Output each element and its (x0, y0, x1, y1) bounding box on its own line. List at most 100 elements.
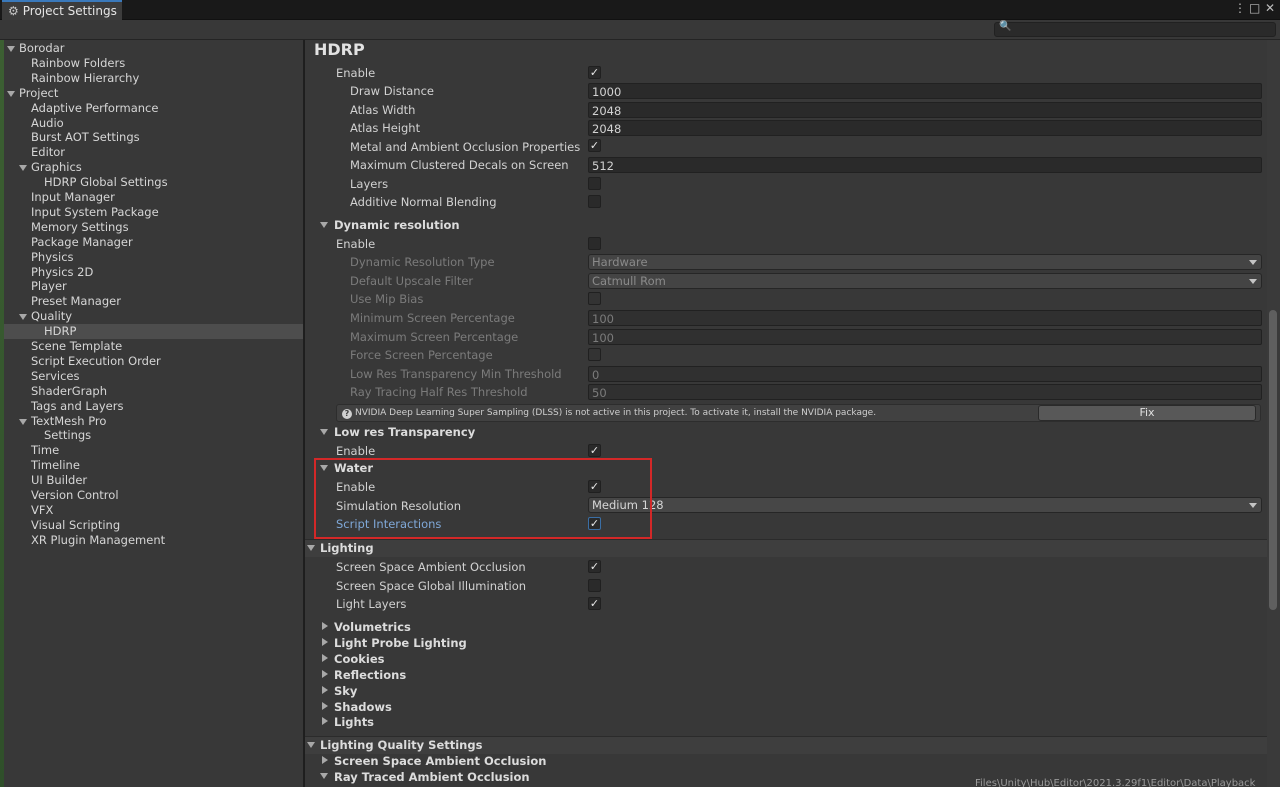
sidebar-item[interactable]: Physics 2D (4, 265, 303, 280)
sidebar-item[interactable]: Physics (4, 250, 303, 265)
sidebar-item[interactable]: Tags and Layers (4, 399, 303, 414)
chevron-right-icon[interactable] (322, 717, 328, 726)
sidebar-item[interactable]: Services (4, 369, 303, 384)
min-screen-pct-field[interactable]: 100 (588, 310, 1262, 326)
sidebar-item[interactable]: VFX (4, 503, 303, 518)
sidebar-item[interactable]: Rainbow Hierarchy (4, 71, 303, 86)
search-input[interactable]: 🔍 (994, 21, 1276, 37)
atlas-width-field[interactable]: 2048 (588, 102, 1262, 118)
chevron-down-icon[interactable] (19, 418, 27, 425)
sidebar-item[interactable]: Rainbow Folders (4, 56, 303, 71)
sidebar-item[interactable]: Script Execution Order (4, 354, 303, 369)
close-icon[interactable]: ✕ (1265, 1, 1275, 15)
sidebar-item[interactable]: Version Control (4, 488, 303, 503)
lowres-enable-checkbox[interactable]: ✓ (588, 444, 601, 457)
sidebar-item[interactable]: Editor (4, 145, 303, 160)
sidebar-item[interactable]: Time (4, 443, 303, 458)
chevron-down-icon[interactable] (320, 429, 328, 435)
sidebar-item-label: TextMesh Pro (31, 413, 107, 428)
chevron-down-icon[interactable] (307, 545, 315, 551)
chevron-right-icon[interactable] (322, 756, 328, 764)
light-layers-checkbox[interactable]: ✓ (588, 597, 601, 610)
chevron-down-icon[interactable] (320, 222, 328, 228)
sidebar-item[interactable]: XR Plugin Management (4, 533, 303, 548)
draw-distance-field[interactable]: 1000 (588, 83, 1262, 99)
additive-normal-blending-checkbox[interactable] (588, 195, 601, 208)
chevron-right-icon[interactable] (322, 685, 328, 694)
draw-distance-label: Draw Distance (350, 84, 434, 98)
layers-checkbox[interactable] (588, 177, 601, 190)
chevron-right-icon[interactable] (322, 701, 328, 710)
chevron-right-icon[interactable] (322, 622, 328, 630)
decals-enable-checkbox[interactable]: ✓ (588, 66, 601, 79)
lq-rtao-header[interactable]: Ray Traced Ambient Occlusion (334, 768, 530, 786)
low-res-transparency-header[interactable]: Low res Transparency (334, 423, 475, 441)
chevron-right-icon[interactable] (322, 653, 328, 662)
force-screen-pct-label: Force Screen Percentage (350, 348, 493, 362)
sidebar-item[interactable]: Timeline (4, 458, 303, 473)
chevron-right-icon[interactable] (322, 637, 328, 646)
sidebar-item-label: Version Control (31, 488, 119, 502)
chevron-down-icon (1249, 503, 1257, 508)
sidebar-item[interactable]: Settings (4, 428, 303, 443)
sidebar-item-label: VFX (31, 502, 54, 517)
scrollbar-thumb[interactable] (1269, 310, 1277, 610)
ssgi-checkbox[interactable] (588, 579, 601, 592)
force-screen-pct-checkbox[interactable] (588, 348, 601, 361)
sidebar-item[interactable]: Project (4, 86, 303, 101)
rt-half-res-field[interactable]: 50 (588, 384, 1262, 400)
chevron-down-icon[interactable] (7, 90, 15, 97)
atlas-height-field[interactable]: 2048 (588, 120, 1262, 136)
sidebar-item-label: Graphics (31, 160, 82, 175)
vertical-scrollbar[interactable] (1267, 40, 1280, 787)
chevron-down-icon (1249, 279, 1257, 284)
max-screen-pct-field[interactable]: 100 (588, 329, 1262, 345)
lowres-threshold-label: Low Res Transparency Min Threshold (350, 367, 562, 381)
ssao-checkbox[interactable]: ✓ (588, 560, 601, 573)
simulation-resolution-dropdown[interactable]: Medium 128 (588, 497, 1262, 513)
sidebar-item-label: Tags and Layers (31, 398, 124, 413)
sidebar-item[interactable]: Adaptive Performance (4, 101, 303, 116)
sidebar-item[interactable]: Audio (4, 116, 303, 131)
sidebar-item[interactable]: Burst AOT Settings (4, 130, 303, 145)
sidebar-item[interactable]: Borodar (4, 41, 303, 56)
sidebar-item[interactable]: Visual Scripting (4, 518, 303, 533)
sidebar-item[interactable]: UI Builder (4, 473, 303, 488)
sidebar-item[interactable]: HDRP (4, 324, 303, 340)
maximize-icon[interactable]: □ (1249, 1, 1260, 15)
sidebar-item[interactable]: Input Manager (4, 190, 303, 205)
more-options-icon[interactable]: ⋮ (1234, 1, 1246, 15)
chevron-down-icon[interactable] (7, 46, 15, 52)
chevron-down-icon[interactable] (19, 314, 27, 321)
max-clustered-decals-label: Maximum Clustered Decals on Screen (350, 158, 569, 172)
project-settings-tab[interactable]: ⚙ Project Settings (2, 0, 122, 20)
mip-bias-checkbox[interactable] (588, 292, 601, 305)
metal-ao-checkbox[interactable]: ✓ (588, 139, 601, 152)
dynres-enable-checkbox[interactable] (588, 237, 601, 250)
sidebar-item[interactable]: Input System Package (4, 205, 303, 220)
upscale-filter-dropdown[interactable]: Catmull Rom (588, 273, 1262, 289)
chevron-down-icon[interactable] (19, 165, 27, 172)
lighting-subsection-header[interactable]: Lights (334, 713, 374, 731)
sidebar-item[interactable]: TextMesh Pro (4, 414, 303, 429)
dynamic-resolution-header[interactable]: Dynamic resolution (334, 216, 460, 234)
dynres-type-dropdown[interactable]: Hardware (588, 254, 1262, 270)
chevron-right-icon[interactable] (322, 669, 328, 678)
sidebar-item[interactable]: ShaderGraph (4, 384, 303, 399)
sidebar-item[interactable]: Scene Template (4, 339, 303, 354)
sidebar-item[interactable]: Package Manager (4, 235, 303, 250)
chevron-down-icon[interactable] (307, 742, 315, 748)
lowres-threshold-field[interactable]: 0 (588, 366, 1262, 382)
sidebar-item[interactable]: Player (4, 279, 303, 294)
sidebar-item[interactable]: Graphics (4, 160, 303, 175)
sidebar-item[interactable]: Preset Manager (4, 294, 303, 309)
lighting-header[interactable]: Lighting (320, 539, 374, 557)
max-clustered-decals-field[interactable]: 512 (588, 157, 1262, 173)
sidebar-item[interactable]: HDRP Global Settings (4, 175, 303, 190)
sidebar-item[interactable]: Memory Settings (4, 220, 303, 235)
search-icon: 🔍 (999, 21, 1012, 32)
sidebar-item[interactable]: Quality (4, 309, 303, 324)
fix-button[interactable]: Fix (1038, 405, 1256, 421)
chevron-down-icon[interactable] (320, 773, 328, 779)
atlas-width-label: Atlas Width (350, 103, 416, 117)
